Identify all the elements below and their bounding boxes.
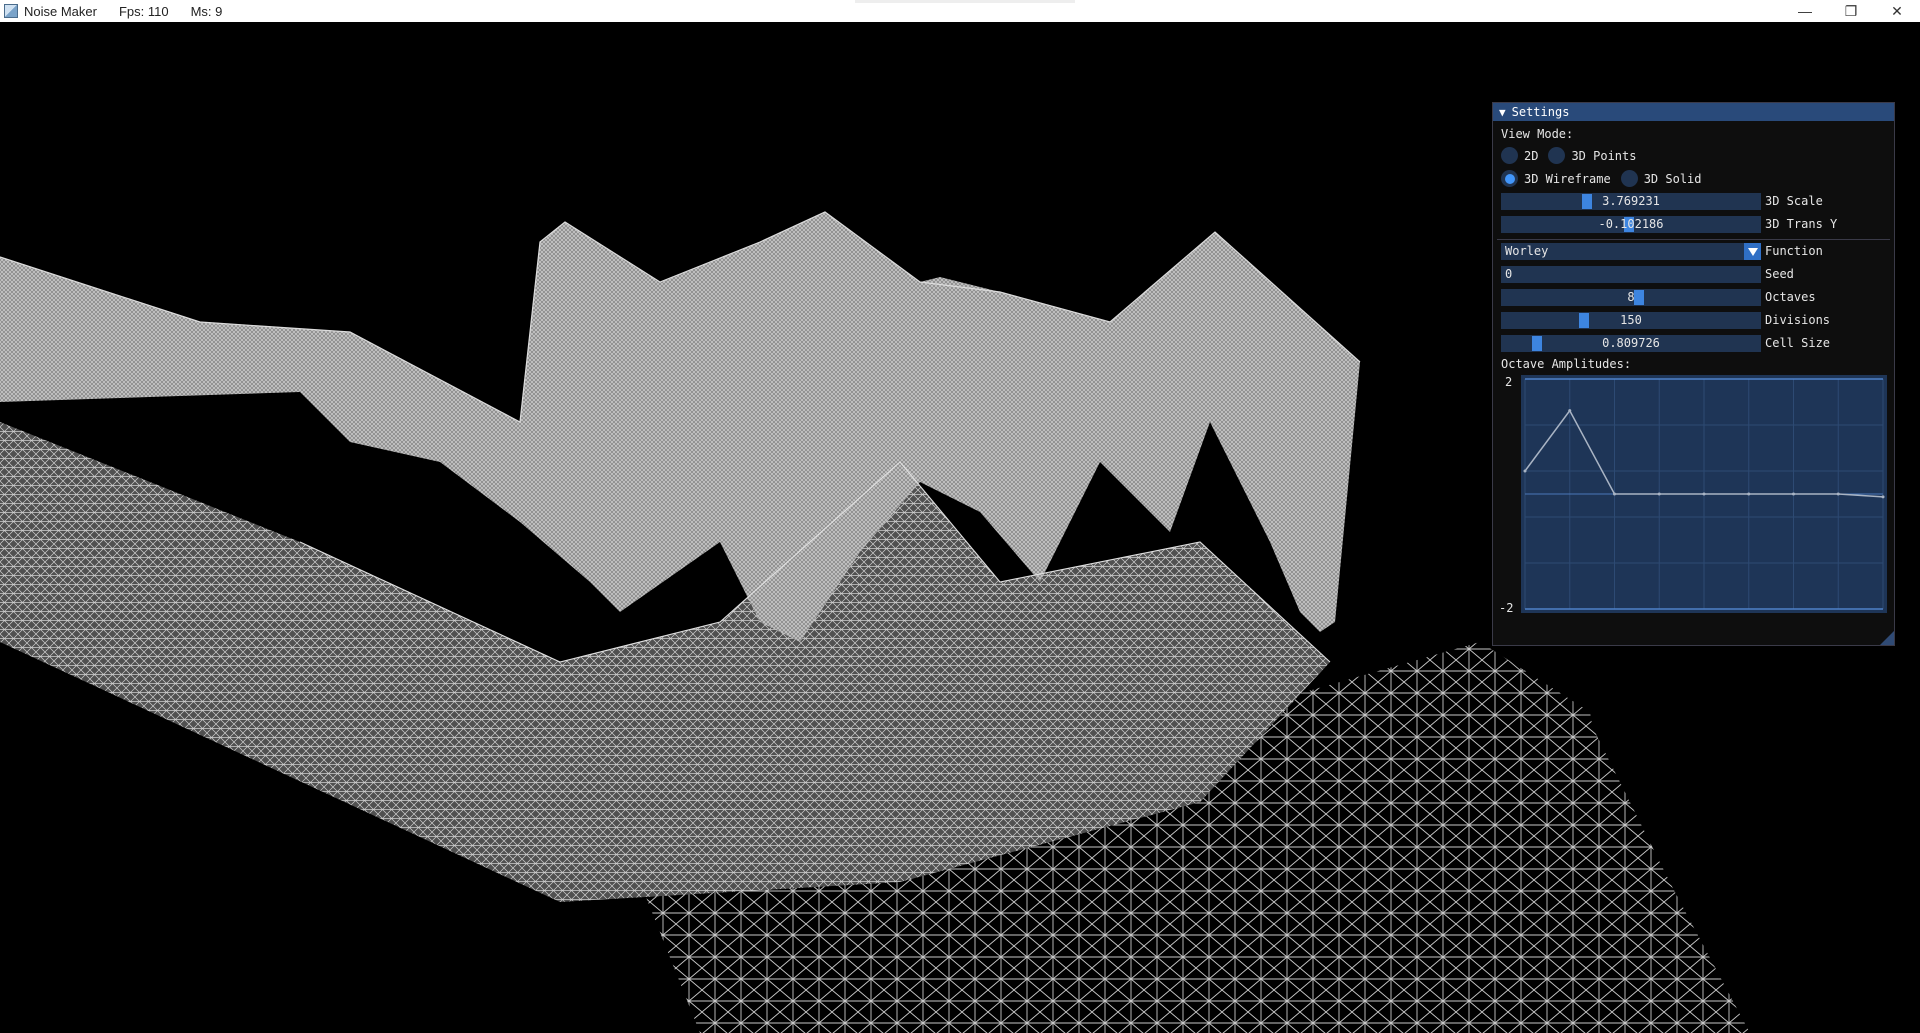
amplitude-point <box>1568 409 1572 413</box>
ms-readout: Ms: 9 <box>190 3 223 19</box>
amplitude-point <box>1792 492 1795 496</box>
trans-y-3d-slider[interactable]: -0.102186 <box>1501 216 1761 233</box>
trans-y-3d-value: -0.102186 <box>1598 217 1664 231</box>
divisions-value: 150 <box>1620 313 1642 327</box>
settings-title: Settings <box>1511 105 1570 119</box>
cell-size-slider[interactable]: 0.809726 <box>1501 335 1761 352</box>
close-button[interactable]: ✕ <box>1874 0 1920 22</box>
function-value: Worley <box>1505 244 1549 258</box>
resize-grip[interactable] <box>1880 631 1894 645</box>
scale-3d-value: 3.769231 <box>1602 194 1660 208</box>
function-combo[interactable]: Worley <box>1501 243 1761 260</box>
octaves-slider[interactable]: 8 <box>1501 289 1761 306</box>
separator <box>1497 239 1890 240</box>
chevron-down-icon[interactable] <box>1744 243 1761 260</box>
window-title: Noise Maker <box>24 3 97 19</box>
radio-3d-points[interactable] <box>1548 147 1566 164</box>
octave-amplitudes-label: Octave Amplitudes: <box>1501 357 1632 371</box>
amplitude-point <box>1613 492 1616 496</box>
trans-y-3d-label: 3D Trans Y <box>1765 217 1838 231</box>
radio-3d-points-label: 3D Points <box>1571 148 1637 163</box>
amplitude-point <box>1836 492 1840 496</box>
restore-button[interactable]: ❐ <box>1828 0 1874 22</box>
cell-size-label: Cell Size <box>1765 336 1831 350</box>
seed-label: Seed <box>1765 267 1794 281</box>
settings-panel: ▼ Settings View Mode: 2D 3D Points 3D Wi… <box>1492 102 1895 646</box>
function-label: Function <box>1765 244 1823 258</box>
view-mode-label: View Mode: <box>1501 127 1574 141</box>
fps-readout: Fps: 110 <box>118 3 169 19</box>
cell-size-value: 0.809726 <box>1602 336 1660 350</box>
title-bar: Noise Maker Fps: 110 Ms: 9 — ❐ ✕ <box>0 0 1920 23</box>
y-tick-bottom: -2 <box>1499 601 1514 615</box>
octave-amplitude-plot[interactable] <box>1521 375 1887 613</box>
settings-header[interactable]: ▼ Settings <box>1493 103 1894 121</box>
radio-3d-solid-label: 3D Solid <box>1643 171 1702 186</box>
radio-2d[interactable] <box>1501 147 1518 164</box>
radio-3d-wireframe-label: 3D Wireframe <box>1524 171 1611 186</box>
title-drag-region[interactable] <box>855 0 1075 3</box>
radio-3d-solid[interactable] <box>1620 170 1638 187</box>
radio-2d-label: 2D <box>1524 148 1539 163</box>
minimize-button[interactable]: — <box>1782 0 1828 22</box>
divisions-label: Divisions <box>1765 313 1831 327</box>
collapse-triangle-icon[interactable]: ▼ <box>1499 106 1506 119</box>
amplitude-point <box>1702 492 1706 496</box>
scale-3d-slider[interactable]: 3.769231 <box>1501 193 1761 210</box>
radio-3d-wireframe[interactable] <box>1501 170 1518 187</box>
amplitude-point <box>1523 469 1527 473</box>
app-icon <box>4 4 18 18</box>
divisions-slider[interactable]: 150 <box>1501 312 1761 329</box>
amplitude-point <box>1657 492 1661 496</box>
octave-amplitude-chart[interactable] <box>1521 375 1887 613</box>
seed-value: 0 <box>1505 267 1513 281</box>
amplitude-point <box>1881 495 1885 499</box>
scale-3d-label: 3D Scale <box>1765 194 1823 208</box>
octaves-value: 8 <box>1627 290 1635 304</box>
octaves-label: Octaves <box>1765 290 1816 304</box>
y-tick-top: 2 <box>1505 375 1513 389</box>
seed-input[interactable]: 0 <box>1501 266 1761 283</box>
amplitude-point <box>1747 492 1751 496</box>
